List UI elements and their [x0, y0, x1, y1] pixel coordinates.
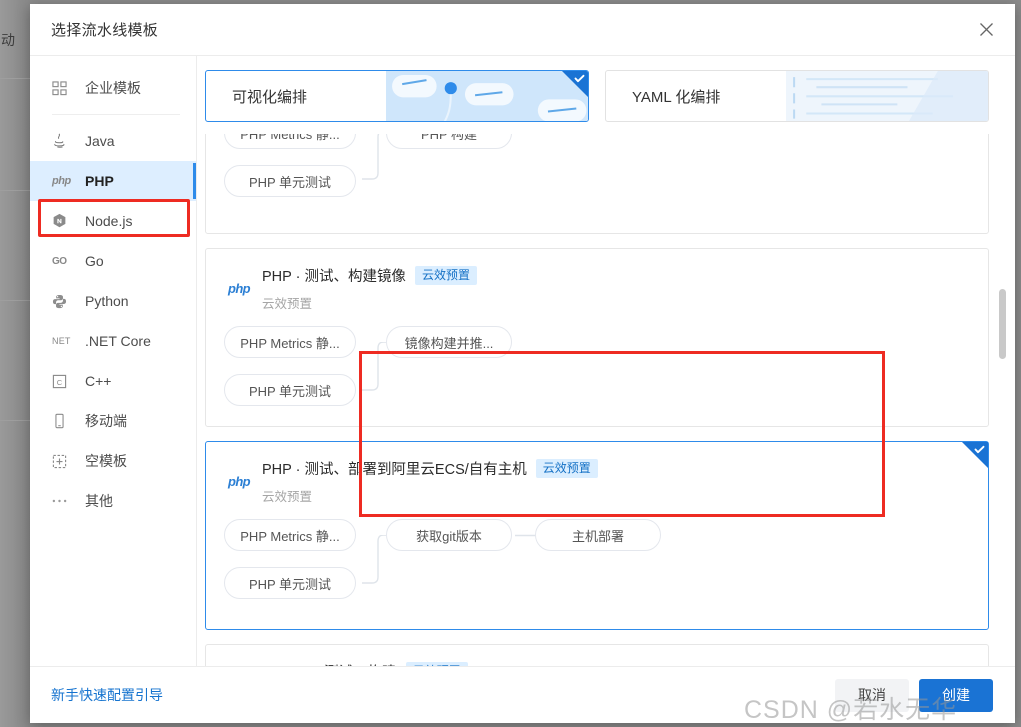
template-title: PHP · 测试、部署到阿里云ECS/自有主机: [262, 462, 527, 478]
svg-text:C: C: [57, 377, 63, 386]
sidebar-item-label: 空模板: [85, 453, 127, 469]
sidebar-item-label: 其他: [85, 493, 113, 509]
template-card[interactable]: php PHP · 测试、构建镜像 云效预置 云效预置 PHP Metrics …: [205, 248, 989, 427]
flow-connector: [515, 534, 536, 537]
php-icon: php: [52, 175, 71, 187]
sidebar-item-mobile[interactable]: 移动端: [30, 401, 196, 441]
flow-node[interactable]: PHP 单元测试: [224, 374, 356, 406]
background-page-text: 动: [1, 32, 15, 48]
flow-node[interactable]: 主机部署: [535, 519, 661, 551]
sidebar-item-label: Java: [85, 133, 115, 149]
sidebar-item-cpp[interactable]: C C++: [30, 361, 196, 401]
background-page: 动: [0, 0, 30, 727]
status-badge: 云效预置: [414, 265, 477, 286]
flow-node[interactable]: PHP 单元测试: [224, 567, 356, 599]
close-icon[interactable]: [973, 17, 999, 43]
sidebar-item-label: Python: [85, 293, 129, 309]
scrollbar-track[interactable]: [999, 134, 1006, 666]
template-list: PHP Metrics 静... PHP 构建 PHP 单元测试 php PHP…: [197, 134, 1015, 666]
check-icon: [562, 71, 588, 97]
flow-node[interactable]: PHP Metrics 静...: [224, 326, 356, 358]
template-card[interactable]: PHP Metrics 静... PHP 构建 PHP 单元测试: [205, 134, 989, 234]
category-sidebar: 企业模板 Java php PHP Node.js GO Go Python N…: [30, 56, 197, 666]
flow-node[interactable]: PHP 单元测试: [224, 165, 356, 197]
cancel-button[interactable]: 取消: [835, 678, 909, 712]
sidebar-item-label: C++: [85, 373, 112, 389]
php-icon: php: [227, 473, 251, 489]
template-title: PHP · 测试、构建镜像: [262, 269, 406, 285]
template-card-header: Node.js · 测试、构建 云效预置 云效预置: [224, 661, 970, 666]
template-content: 可视化编排 YAML 化编排 PHP Metrics 静... PHP 构建 P…: [197, 56, 1015, 666]
template-card-header: php PHP · 测试、构建镜像 云效预置 云效预置: [224, 265, 970, 312]
orchestration-mode-tabs: 可视化编排 YAML 化编排: [197, 56, 1015, 134]
flow-connector: [362, 342, 386, 391]
tab-yaml-orchestration[interactable]: YAML 化编排: [605, 70, 989, 122]
mobile-icon: [52, 412, 74, 430]
create-button[interactable]: 创建: [919, 678, 993, 712]
template-subtitle: 云效预置: [262, 297, 313, 311]
sidebar-item-label: Node.js: [85, 213, 133, 229]
sidebar-item-go[interactable]: GO Go: [30, 241, 196, 281]
sidebar-item-label: 企业模板: [85, 80, 141, 96]
sidebar-item-label: .NET Core: [85, 333, 151, 349]
scrollbar-thumb[interactable]: [999, 289, 1006, 359]
pipeline-flow: PHP Metrics 静... PHP 构建 PHP 单元测试: [224, 134, 970, 213]
tab-visual-orchestration[interactable]: 可视化编排: [205, 70, 589, 122]
flow-node[interactable]: 镜像构建并推...: [386, 326, 512, 358]
flow-node[interactable]: PHP 构建: [386, 134, 512, 149]
sidebar-item-blank-template[interactable]: 空模板: [30, 441, 196, 481]
pipeline-flow: PHP Metrics 静... 获取git版本 主机部署 PHP 单元测试: [224, 519, 970, 601]
template-card-header: php PHP · 测试、部署到阿里云ECS/自有主机 云效预置 云效预置: [224, 458, 970, 505]
pipeline-flow: PHP Metrics 静... 镜像构建并推... PHP 单元测试: [224, 326, 970, 408]
cpp-icon: C: [52, 372, 74, 390]
go-icon: GO: [52, 255, 67, 267]
sidebar-divider: [52, 114, 180, 115]
dialog-header: 选择流水线模板: [30, 4, 1015, 56]
dialog-body: 企业模板 Java php PHP Node.js GO Go Python N…: [30, 56, 1015, 666]
template-picker-dialog: 选择流水线模板 企业模板 Java php PHP Node.js GO Go …: [30, 4, 1015, 723]
status-badge: 云效预置: [535, 458, 598, 479]
visual-orchestration-illustration: [385, 71, 588, 121]
template-title: Node.js · 测试、构建: [262, 661, 397, 666]
sidebar-item-enterprise[interactable]: 企业模板: [30, 68, 196, 108]
sidebar-item-label: 移动端: [85, 413, 127, 429]
template-subtitle: 云效预置: [262, 490, 313, 504]
sidebar-item-nodejs[interactable]: Node.js: [30, 201, 196, 241]
sidebar-item-java[interactable]: Java: [30, 121, 196, 161]
ellipsis-icon: [52, 492, 74, 510]
flow-node[interactable]: 获取git版本: [386, 519, 512, 551]
flow-node[interactable]: PHP Metrics 静...: [224, 519, 356, 551]
nodejs-icon: [52, 212, 74, 230]
dialog-footer: 新手快速配置引导 取消 创建: [30, 666, 1015, 723]
check-icon: [962, 442, 988, 468]
sidebar-item-php[interactable]: php PHP: [30, 161, 196, 201]
flow-node[interactable]: PHP Metrics 静...: [224, 134, 356, 149]
blank-template-icon: [52, 452, 74, 470]
php-icon: php: [227, 280, 251, 296]
dialog-title: 选择流水线模板: [51, 22, 159, 39]
sidebar-item-label: PHP: [85, 173, 114, 189]
yaml-orchestration-illustration: [785, 71, 988, 121]
sidebar-item-dotnet-core[interactable]: NET .NET Core: [30, 321, 196, 361]
footer-actions: 取消 创建: [835, 678, 993, 712]
flow-connector: [362, 134, 380, 180]
template-list-scroll-area: PHP Metrics 静... PHP 构建 PHP 单元测试 php PHP…: [197, 134, 1015, 666]
tab-label: YAML 化编排: [632, 88, 721, 106]
beginner-guide-link[interactable]: 新手快速配置引导: [51, 685, 163, 705]
sidebar-item-other[interactable]: 其他: [30, 481, 196, 521]
grid-icon: [52, 79, 74, 97]
tab-label: 可视化编排: [232, 88, 308, 106]
java-icon: [52, 132, 74, 150]
sidebar-item-label: Go: [85, 253, 104, 269]
flow-connector: [362, 535, 386, 584]
sidebar-item-python[interactable]: Python: [30, 281, 196, 321]
status-badge: 云效预置: [405, 661, 468, 666]
dotnet-icon: NET: [52, 336, 71, 346]
python-icon: [52, 292, 74, 310]
template-card[interactable]: php PHP · 测试、部署到阿里云ECS/自有主机 云效预置 云效预置 PH…: [205, 441, 989, 630]
template-card[interactable]: Node.js · 测试、构建 云效预置 云效预置: [205, 644, 989, 666]
